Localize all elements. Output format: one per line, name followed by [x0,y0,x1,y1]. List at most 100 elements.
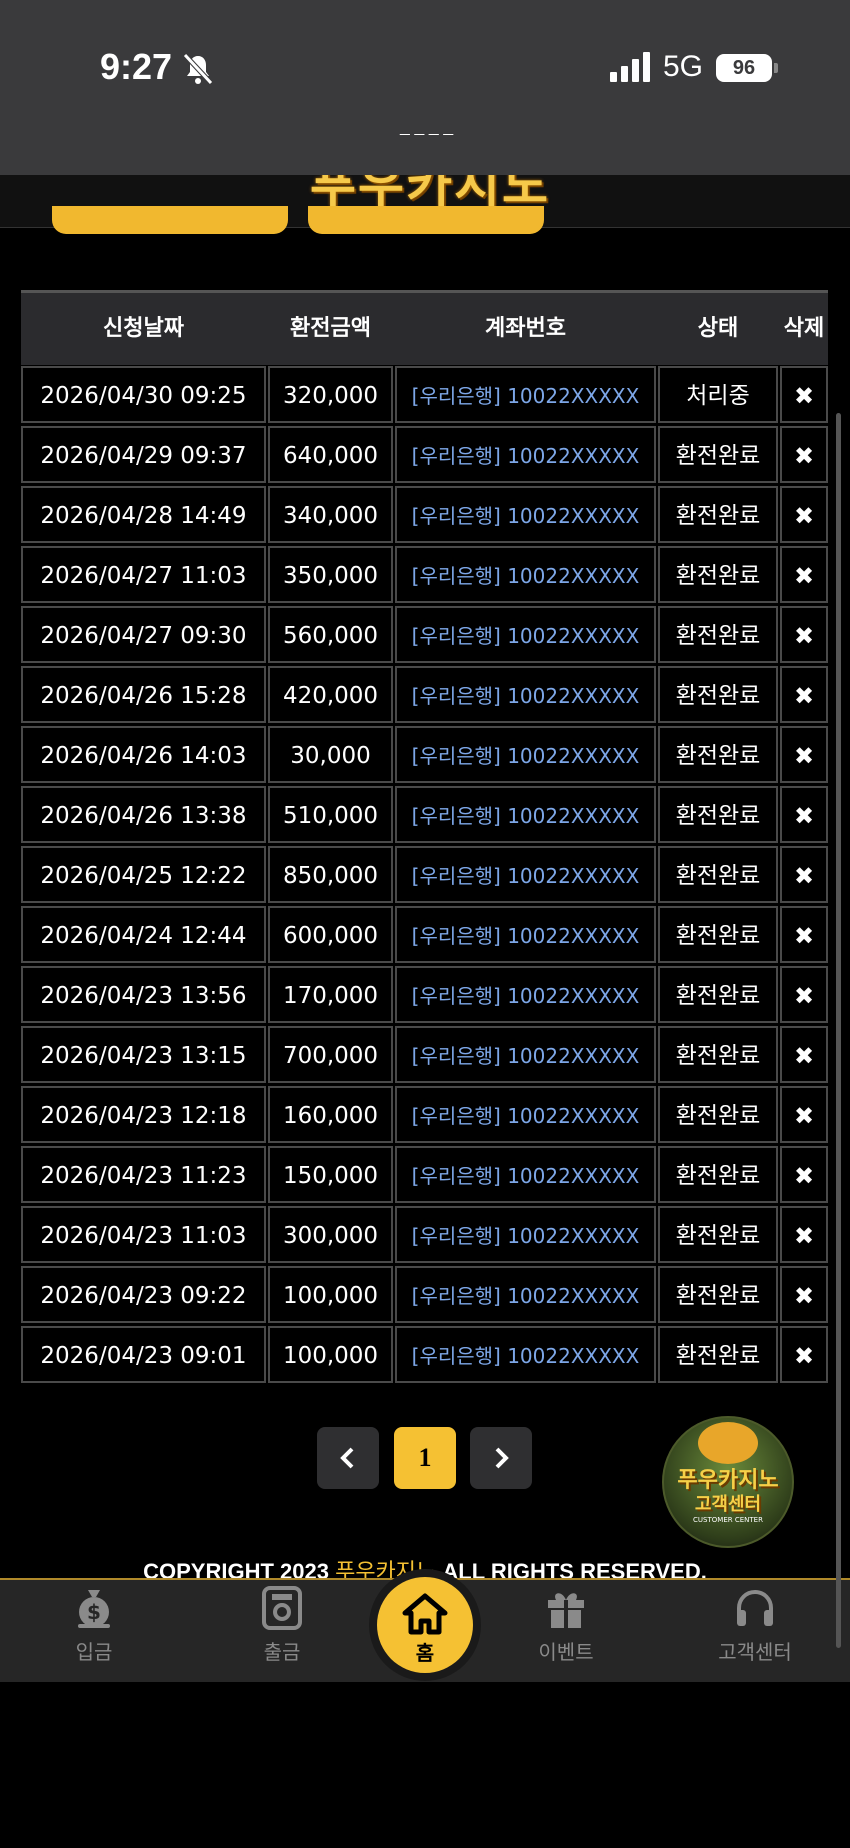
status-cell: 처리중 [658,366,778,423]
header-button-right[interactable] [308,206,544,234]
date-cell: 2026/04/30 09:25 [21,366,266,423]
account-cell[interactable]: [우리은행] 10022XXXXX [395,546,656,603]
account-cell[interactable]: [우리은행] 10022XXXXX [395,606,656,663]
status-cell: 환전완료 [658,666,778,723]
account-cell[interactable]: [우리은행] 10022XXXXX [395,1326,656,1383]
delete-button[interactable]: ✖ [780,786,828,843]
amount-cell: 420,000 [268,666,393,723]
nav-support[interactable]: 고객센터 [695,1586,815,1665]
date-cell: 2026/04/27 11:03 [21,546,266,603]
date-cell: 2026/04/23 09:01 [21,1326,266,1383]
table-row: 2026/04/25 12:22 850,000 [우리은행] 10022XXXXX… [21,846,828,903]
delete-button[interactable]: ✖ [780,1026,828,1083]
status-cell: 환전완료 [658,486,778,543]
account-cell[interactable]: [우리은행] 10022XXXXX [395,1266,656,1323]
status-cell: 환전완료 [658,846,778,903]
account-cell[interactable]: [우리은행] 10022XXXXX [395,846,656,903]
table-row: 2026/04/27 11:03 350,000 [우리은행] 10022XXXXX… [21,546,828,603]
table-row: 2026/04/23 11:03 300,000 [우리은행] 10022XXXXX… [21,1206,828,1263]
delete-button[interactable]: ✖ [780,486,828,543]
account-cell[interactable]: [우리은행] 10022XXXXX [395,786,656,843]
date-cell: 2026/04/23 11:03 [21,1206,266,1263]
status-cell: 환전완료 [658,906,778,963]
amount-cell: 560,000 [268,606,393,663]
account-cell[interactable]: [우리은행] 10022XXXXX [395,726,656,783]
table-row: 2026/04/23 09:22 100,000 [우리은행] 10022XXXXX… [21,1266,828,1323]
status-cell: 환전완료 [658,1326,778,1383]
amount-cell: 320,000 [268,366,393,423]
table-header: 신청날짜 환전금액 계좌번호 상태 삭제 [21,290,828,365]
nav-home[interactable]: 홈 [377,1577,473,1673]
amount-cell: 150,000 [268,1146,393,1203]
delete-button[interactable]: ✖ [780,1326,828,1383]
col-amount: 환전금액 [290,316,371,341]
amount-cell: 300,000 [268,1206,393,1263]
account-cell[interactable]: [우리은행] 10022XXXXX [395,1146,656,1203]
account-cell[interactable]: [우리은행] 10022XXXXX [395,1026,656,1083]
account-cell[interactable]: [우리은행] 10022XXXXX [395,666,656,723]
chevron-right-icon [495,1447,509,1469]
customer-center-badge[interactable]: 푸우카지노 고객센터 CUSTOMER CENTER [662,1416,794,1548]
table-row: 2026/04/23 11:23 150,000 [우리은행] 10022XXXXX… [21,1146,828,1203]
delete-button[interactable]: ✖ [780,726,828,783]
scrollbar[interactable] [836,413,841,1648]
account-cell[interactable]: [우리은행] 10022XXXXX [395,426,656,483]
amount-cell: 160,000 [268,1086,393,1143]
delete-button[interactable]: ✖ [780,1266,828,1323]
nav-support-label: 고객센터 [718,1640,792,1664]
chevron-left-icon [340,1447,354,1469]
amount-cell: 30,000 [268,726,393,783]
status-cell: 환전완료 [658,606,778,663]
account-cell[interactable]: [우리은행] 10022XXXXX [395,966,656,1023]
nav-withdraw[interactable]: 출금 [222,1586,342,1665]
account-cell[interactable]: [우리은행] 10022XXXXX [395,486,656,543]
delete-button[interactable]: ✖ [780,1086,828,1143]
page-number-button[interactable]: 1 [394,1427,456,1489]
amount-cell: 640,000 [268,426,393,483]
delete-button[interactable]: ✖ [780,1146,828,1203]
delete-button[interactable]: ✖ [780,906,828,963]
amount-cell: 100,000 [268,1266,393,1323]
table-row: 2026/04/26 13:38 510,000 [우리은행] 10022XXXXX… [21,786,828,843]
amount-cell: 170,000 [268,966,393,1023]
status-cell: 환전완료 [658,1266,778,1323]
table-row: 2026/04/23 12:18 160,000 [우리은행] 10022XXXXX… [21,1086,828,1143]
account-cell[interactable]: [우리은행] 10022XXXXX [395,366,656,423]
battery-tip [774,63,778,73]
delete-button[interactable]: ✖ [780,606,828,663]
nav-deposit[interactable]: $ 입금 [34,1586,154,1665]
delete-button[interactable]: ✖ [780,846,828,903]
delete-button[interactable]: ✖ [780,426,828,483]
table-row: 2026/04/24 12:44 600,000 [우리은행] 10022XXXXX… [21,906,828,963]
badge-caption: CUSTOMER CENTER [693,1516,763,1524]
delete-button[interactable]: ✖ [780,546,828,603]
status-cell: 환전완료 [658,1026,778,1083]
status-time: 9:27 [100,46,173,87]
table-row: 2026/04/23 13:56 170,000 [우리은행] 10022XXXXX… [21,966,828,1023]
account-cell[interactable]: [우리은행] 10022XXXXX [395,1086,656,1143]
date-cell: 2026/04/23 12:18 [21,1086,266,1143]
next-page-button[interactable] [470,1427,532,1489]
bell-muted-icon [183,53,213,85]
table-row: 2026/04/26 15:28 420,000 [우리은행] 10022XXXXX… [21,666,828,723]
status-cell: 환전완료 [658,786,778,843]
col-date: 신청날짜 [103,316,184,341]
date-cell: 2026/04/25 12:22 [21,846,266,903]
status-cell: 환전완료 [658,1206,778,1263]
date-cell: 2026/04/23 13:56 [21,966,266,1023]
delete-button[interactable]: ✖ [780,366,828,423]
table-row: 2026/04/23 13:15 700,000 [우리은행] 10022XXXXX… [21,1026,828,1083]
prev-page-button[interactable] [317,1427,379,1489]
nav-event[interactable]: 이벤트 [506,1586,626,1665]
account-cell[interactable]: [우리은행] 10022XXXXX [395,906,656,963]
network-type: 5G [663,50,704,83]
delete-button[interactable]: ✖ [780,966,828,1023]
money-bag-icon: $ [78,1590,110,1628]
amount-cell: 700,000 [268,1026,393,1083]
amount-cell: 100,000 [268,1326,393,1383]
delete-button[interactable]: ✖ [780,1206,828,1263]
delete-button[interactable]: ✖ [780,666,828,723]
account-cell[interactable]: [우리은행] 10022XXXXX [395,1206,656,1263]
header-button-left[interactable] [52,206,288,234]
status-cell: 환전완료 [658,546,778,603]
